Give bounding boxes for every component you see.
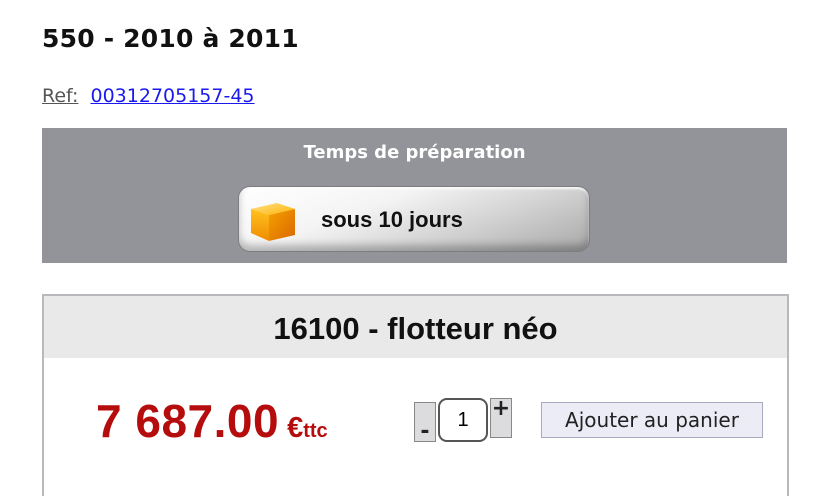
quantity-stepper: - + [414,396,524,444]
reference-line: Ref: 00312705157-45 [42,85,255,107]
add-to-cart-button[interactable]: Ajouter au panier [541,402,763,438]
box-icon [251,203,295,241]
quantity-input[interactable] [438,398,488,442]
ref-link[interactable]: 00312705157-45 [91,85,255,107]
preparation-title: Temps de préparation [303,142,526,163]
price-tax-suffix: ttc [303,420,328,442]
product-page-title: 550 - 2010 à 2011 [42,24,299,53]
price: 7 687.00 €ttc [96,394,328,448]
quantity-decrease-button[interactable]: - [414,402,436,444]
quantity-increase-button[interactable]: + [490,398,512,438]
preparation-time-text: sous 10 jours [321,207,463,232]
price-amount: 7 687.00 [96,395,280,447]
price-currency: € [287,412,304,444]
product-name: 16100 - flotteur néo [44,296,787,358]
preparation-panel: Temps de préparation sous 10 jours [42,128,787,263]
ref-label: Ref: [42,85,79,107]
product-panel: 16100 - flotteur néo 7 687.00€ttc - + Aj… [42,294,789,496]
preparation-time-badge: sous 10 jours [238,186,590,252]
